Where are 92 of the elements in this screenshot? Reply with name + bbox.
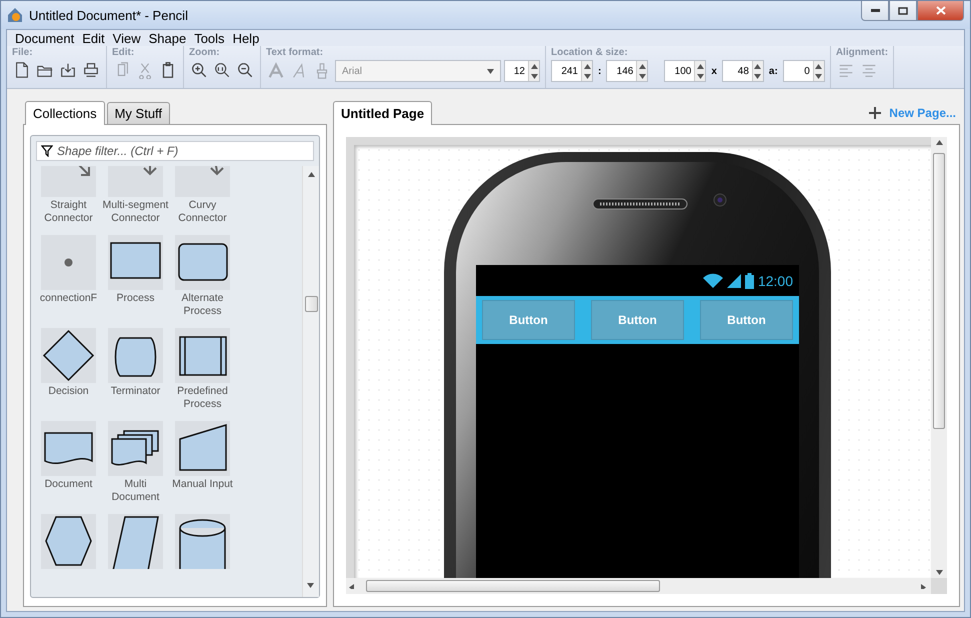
scroll-up-icon[interactable] xyxy=(308,172,314,177)
close-button[interactable] xyxy=(917,1,964,21)
parallelogram-icon[interactable] xyxy=(108,514,163,569)
shape-label: Multi Document xyxy=(110,478,160,504)
multi-document-icon[interactable] xyxy=(108,421,163,476)
shape-label: Terminator xyxy=(110,385,162,398)
spin-down-icon[interactable] xyxy=(754,74,762,78)
angle-field[interactable]: 0 xyxy=(782,60,825,82)
group-label: Text format: xyxy=(266,47,324,58)
terminator-icon[interactable] xyxy=(108,328,163,383)
x-field[interactable]: 241 xyxy=(551,60,593,82)
maximize-button[interactable] xyxy=(889,1,917,21)
window-title: Untitled Document* - Pencil xyxy=(29,8,188,22)
shape-label: connectionF xyxy=(38,292,98,305)
shape-filter-field[interactable]: Shape filter... (Ctrl + F) xyxy=(36,141,314,161)
minimize-icon xyxy=(870,9,880,12)
menu-item[interactable]: Document xyxy=(11,31,78,46)
scroll-down-icon[interactable] xyxy=(936,570,942,575)
scroll-up-icon[interactable] xyxy=(936,140,942,145)
spin-down-icon[interactable] xyxy=(815,74,822,78)
wifi-icon xyxy=(702,273,723,288)
width-field[interactable]: 100 xyxy=(664,60,706,82)
separator-label: x xyxy=(710,66,718,76)
minimize-button[interactable] xyxy=(861,1,889,21)
scroll-down-icon[interactable] xyxy=(307,583,314,588)
page-tab[interactable]: Untitled Page xyxy=(333,101,432,125)
spin-up-icon[interactable] xyxy=(754,64,762,68)
panel-tab[interactable]: My Stuff xyxy=(106,102,170,124)
dropdown-caret-icon[interactable] xyxy=(487,68,494,74)
menu-item[interactable]: Shape xyxy=(144,31,190,46)
scroll-right-icon[interactable] xyxy=(921,584,928,588)
group-label: Alignment: xyxy=(836,47,888,58)
shape-label: Process xyxy=(116,292,156,305)
horizontal-scrollbar[interactable] xyxy=(346,578,931,594)
vertical-scrollbar[interactable] xyxy=(931,137,947,578)
shape-label: Multi-segment Connector xyxy=(102,199,168,225)
scroll-thumb[interactable] xyxy=(933,153,945,429)
battery-icon xyxy=(744,272,754,288)
spin-up-icon[interactable] xyxy=(530,64,538,68)
signal-icon xyxy=(726,274,741,288)
close-icon xyxy=(936,6,946,15)
spin-up-icon[interactable] xyxy=(638,64,646,68)
separator-label: : xyxy=(597,66,602,76)
group-label: File: xyxy=(12,47,34,58)
diamond-icon[interactable] xyxy=(41,328,96,383)
height-field[interactable]: 48 xyxy=(722,60,764,82)
scroll-thumb[interactable] xyxy=(366,580,660,592)
maximize-icon xyxy=(898,6,908,14)
cylinder-icon[interactable] xyxy=(175,514,230,569)
angle-label: a: xyxy=(768,66,779,76)
menu-item[interactable]: Edit xyxy=(78,31,109,46)
spin-down-icon[interactable] xyxy=(638,74,646,78)
spin-up-icon[interactable] xyxy=(815,64,822,68)
plus-icon xyxy=(869,107,882,119)
app-logo-icon xyxy=(7,7,23,23)
zoom-out-icon[interactable] xyxy=(235,60,255,80)
filter-icon xyxy=(41,145,53,157)
menu-item[interactable]: Tools xyxy=(190,31,229,46)
rectangle-icon[interactable] xyxy=(108,235,163,290)
spin-up-icon[interactable] xyxy=(584,64,590,68)
predefined-process-icon[interactable] xyxy=(175,328,230,383)
document-shape-icon[interactable] xyxy=(41,421,96,476)
zoom-in-icon[interactable] xyxy=(189,60,209,80)
menu-item[interactable]: View xyxy=(108,31,145,46)
shape-label: Manual Input xyxy=(171,478,234,491)
y-field[interactable]: 146 xyxy=(606,60,648,82)
shape-label: Document xyxy=(44,478,94,491)
menu-item[interactable]: Help xyxy=(228,31,264,46)
camera-icon xyxy=(713,193,727,207)
shape-label: Decision xyxy=(47,385,90,398)
speaker-icon xyxy=(592,198,688,210)
panel-tab[interactable]: Collections xyxy=(25,101,105,125)
spin-down-icon[interactable] xyxy=(696,74,704,78)
shape-label: Predefined Process xyxy=(176,385,229,411)
status-time: 12:00 xyxy=(758,272,793,288)
spin-up-icon[interactable] xyxy=(696,64,704,68)
shape-label: Alternate Process xyxy=(180,292,225,318)
group-label: Edit: xyxy=(112,47,136,58)
manual-input-icon[interactable] xyxy=(175,421,230,476)
rounded-rectangle-icon[interactable] xyxy=(175,235,230,290)
group-label: Location & size: xyxy=(551,47,629,58)
zoom-reset-icon[interactable] xyxy=(212,60,232,80)
group-label: Zoom: xyxy=(189,47,221,58)
shape-label: Curvy Connector xyxy=(177,199,228,225)
scroll-left-icon[interactable] xyxy=(349,584,356,588)
print-icon[interactable] xyxy=(81,60,101,80)
spin-down-icon[interactable] xyxy=(530,74,538,78)
spin-down-icon[interactable] xyxy=(584,74,590,78)
scrollbar[interactable] xyxy=(302,166,319,597)
shape-label: Straight Connector xyxy=(43,199,94,225)
scroll-thumb[interactable] xyxy=(305,296,318,312)
font-size-field[interactable]: 12 xyxy=(504,60,540,82)
